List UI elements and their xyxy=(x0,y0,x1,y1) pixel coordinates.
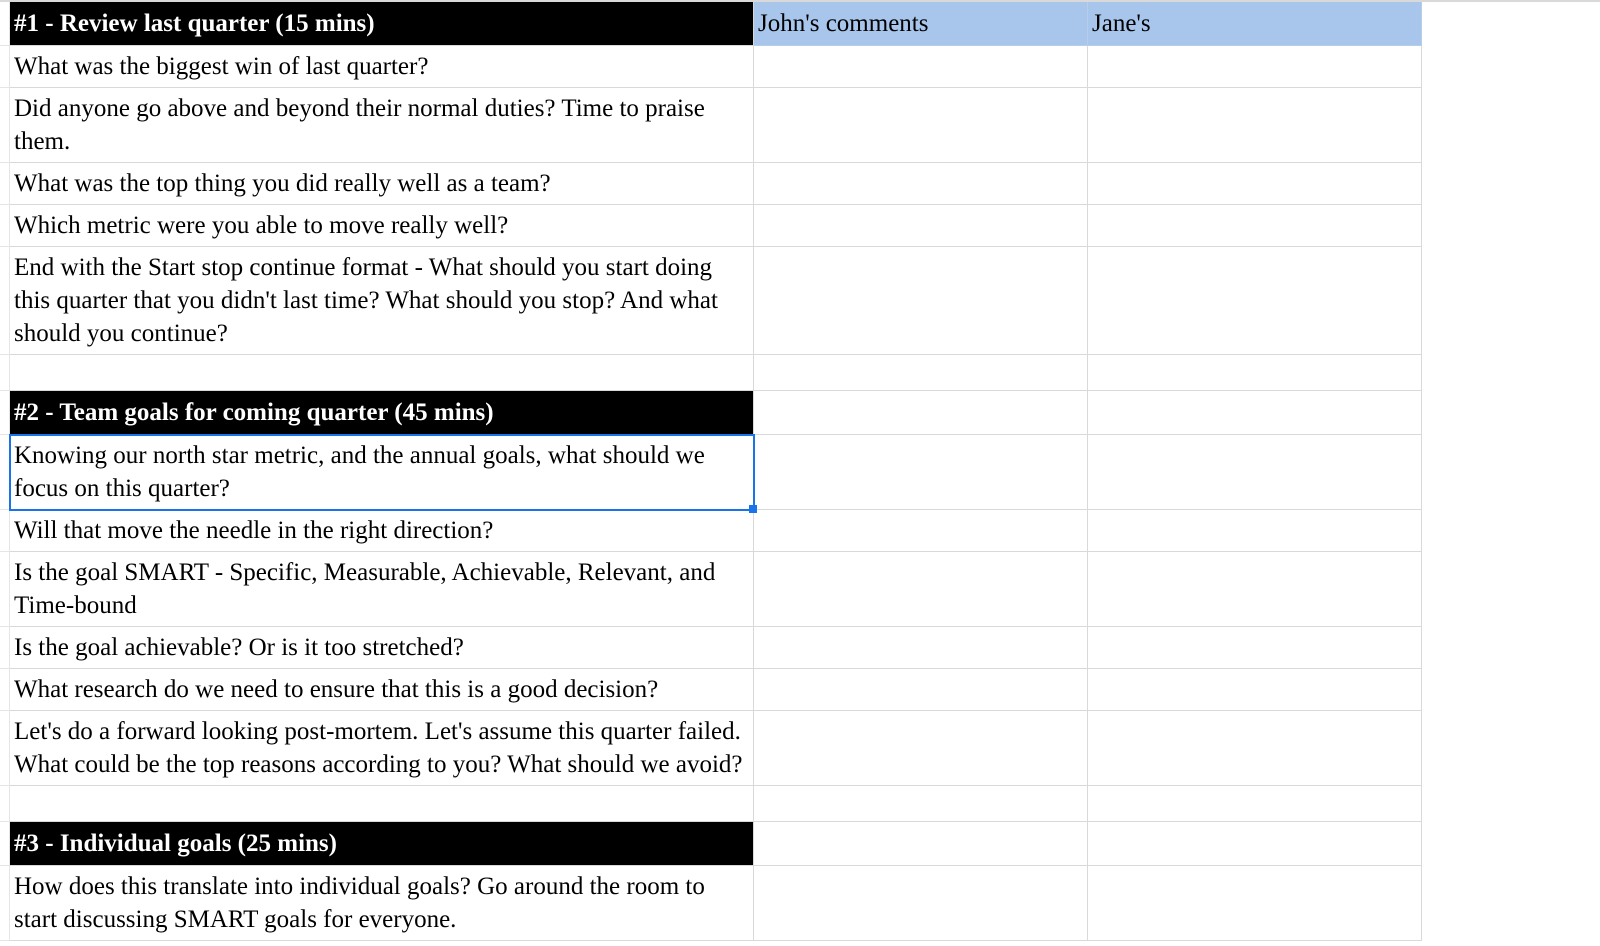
comment-cell[interactable] xyxy=(1088,552,1422,627)
empty-cell[interactable] xyxy=(10,355,754,391)
row-gutter xyxy=(0,866,10,941)
empty-cell[interactable] xyxy=(10,786,754,822)
row-gutter xyxy=(0,627,10,669)
comment-cell[interactable] xyxy=(754,822,1088,866)
comment-cell[interactable] xyxy=(1088,205,1422,247)
comment-cell[interactable] xyxy=(754,552,1088,627)
comment-cell[interactable] xyxy=(754,510,1088,552)
agenda-item-cell[interactable]: Is the goal achievable? Or is it too str… xyxy=(10,627,754,669)
spreadsheet-grid[interactable]: #1 - Review last quarter (15 mins) John'… xyxy=(0,0,1600,941)
agenda-item-cell-selected[interactable]: Knowing our north star metric, and the a… xyxy=(10,435,754,510)
column-header-comments-2[interactable]: Jane's xyxy=(1088,2,1422,46)
row-gutter xyxy=(0,247,10,355)
comment-cell[interactable] xyxy=(1088,711,1422,786)
column-header-comments-1[interactable]: John's comments xyxy=(754,2,1088,46)
agenda-item-cell[interactable]: Will that move the needle in the right d… xyxy=(10,510,754,552)
comment-cell[interactable] xyxy=(754,435,1088,510)
agenda-item-cell[interactable]: What was the biggest win of last quarter… xyxy=(10,46,754,88)
agenda-item-cell[interactable]: What research do we need to ensure that … xyxy=(10,669,754,711)
comment-cell[interactable] xyxy=(754,711,1088,786)
row-gutter xyxy=(0,552,10,627)
row-gutter xyxy=(0,711,10,786)
agenda-item-cell[interactable]: What was the top thing you did really we… xyxy=(10,163,754,205)
row-gutter xyxy=(0,355,10,391)
comment-cell[interactable] xyxy=(754,163,1088,205)
section-header[interactable]: #1 - Review last quarter (15 mins) xyxy=(10,2,754,46)
row-gutter xyxy=(0,46,10,88)
comment-cell[interactable] xyxy=(1088,510,1422,552)
comment-cell[interactable] xyxy=(754,247,1088,355)
row-gutter xyxy=(0,2,10,46)
comment-cell[interactable] xyxy=(1088,247,1422,355)
comment-cell[interactable] xyxy=(1088,46,1422,88)
comment-cell[interactable] xyxy=(754,786,1088,822)
comment-cell[interactable] xyxy=(754,391,1088,435)
comment-cell[interactable] xyxy=(1088,163,1422,205)
comment-cell[interactable] xyxy=(754,88,1088,163)
row-gutter xyxy=(0,205,10,247)
section-header[interactable]: #3 - Individual goals (25 mins) xyxy=(10,822,754,866)
comment-cell[interactable] xyxy=(1088,88,1422,163)
comment-cell[interactable] xyxy=(754,669,1088,711)
row-gutter xyxy=(0,88,10,163)
section-header[interactable]: #2 - Team goals for coming quarter (45 m… xyxy=(10,391,754,435)
row-gutter xyxy=(0,391,10,435)
comment-cell[interactable] xyxy=(1088,627,1422,669)
agenda-item-cell[interactable]: Did anyone go above and beyond their nor… xyxy=(10,88,754,163)
agenda-item-cell[interactable]: End with the Start stop continue format … xyxy=(10,247,754,355)
comment-cell[interactable] xyxy=(1088,786,1422,822)
agenda-item-cell[interactable]: How does this translate into individual … xyxy=(10,866,754,941)
agenda-item-cell[interactable]: Let's do a forward looking post-mortem. … xyxy=(10,711,754,786)
comment-cell[interactable] xyxy=(1088,866,1422,941)
row-gutter xyxy=(0,669,10,711)
comment-cell[interactable] xyxy=(754,355,1088,391)
comment-cell[interactable] xyxy=(754,866,1088,941)
agenda-item-cell[interactable]: Which metric were you able to move reall… xyxy=(10,205,754,247)
comment-cell[interactable] xyxy=(1088,435,1422,510)
row-gutter xyxy=(0,822,10,866)
comment-cell[interactable] xyxy=(1088,669,1422,711)
comment-cell[interactable] xyxy=(754,205,1088,247)
row-gutter xyxy=(0,510,10,552)
comment-cell[interactable] xyxy=(1088,355,1422,391)
row-gutter xyxy=(0,163,10,205)
row-gutter xyxy=(0,435,10,510)
agenda-item-cell[interactable]: Is the goal SMART - Specific, Measurable… xyxy=(10,552,754,627)
comment-cell[interactable] xyxy=(754,627,1088,669)
comment-cell[interactable] xyxy=(1088,822,1422,866)
comment-cell[interactable] xyxy=(754,46,1088,88)
comment-cell[interactable] xyxy=(1088,391,1422,435)
row-gutter xyxy=(0,786,10,822)
